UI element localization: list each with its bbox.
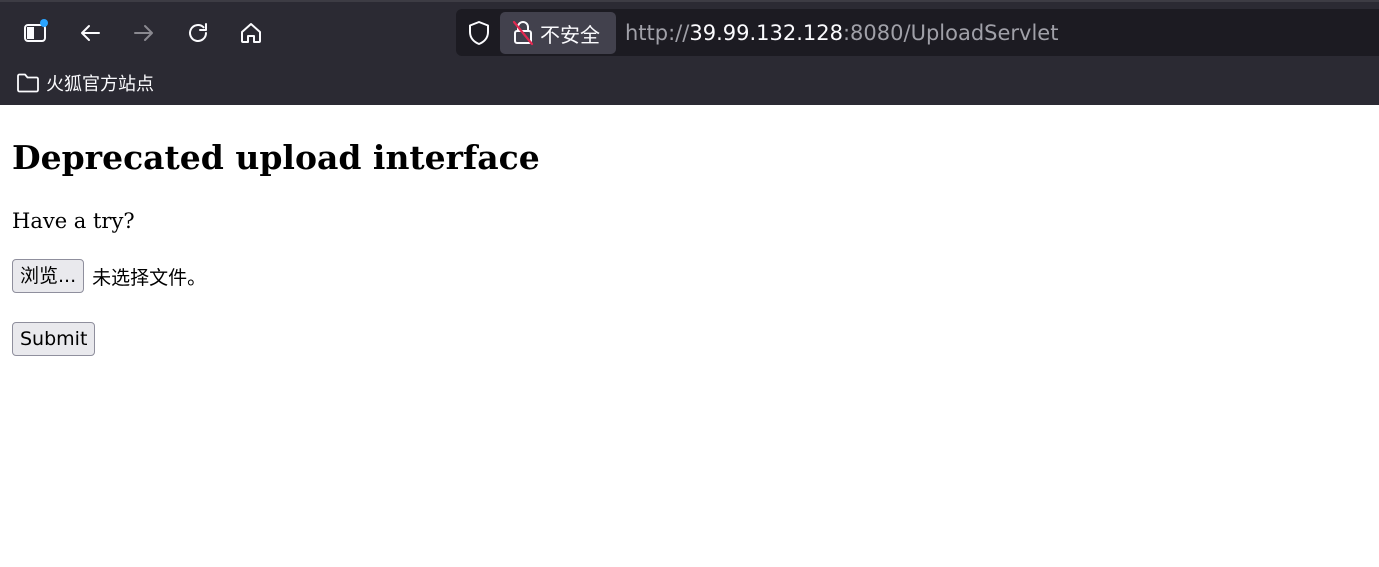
forward-icon — [134, 25, 153, 41]
security-label: 不安全 — [540, 22, 600, 47]
reload-button[interactable] — [181, 16, 215, 50]
bookmark-folder[interactable]: 火狐官方站点 — [16, 68, 154, 98]
navigation-toolbar: 不安全 http://39.99.132.128:8080/UploadServ… — [0, 8, 1379, 56]
address-bar[interactable]: 不安全 http://39.99.132.128:8080/UploadServ… — [456, 9, 1379, 56]
notification-dot — [40, 19, 48, 27]
intro-text: Have a try? — [12, 209, 135, 233]
bookmarks-toolbar: 火狐官方站点 — [0, 64, 1379, 102]
top-edge — [0, 0, 1379, 2]
submit-row: Submit — [12, 322, 96, 356]
browser-chrome: 不安全 http://39.99.132.128:8080/UploadServ… — [0, 0, 1379, 105]
reload-icon — [189, 23, 207, 42]
insecure-lock-icon — [512, 20, 534, 46]
url-scheme: http:// — [625, 21, 690, 45]
folder-icon — [17, 73, 39, 93]
url-text[interactable]: http://39.99.132.128:8080/UploadServlet — [625, 19, 1058, 47]
browse-button[interactable]: 浏览... — [12, 259, 85, 293]
home-button[interactable] — [234, 16, 268, 50]
bookmark-label: 火狐官方站点 — [46, 74, 154, 95]
page-heading: Deprecated upload interface — [12, 138, 540, 177]
url-host: 39.99.132.128 — [689, 21, 843, 45]
submit-button[interactable]: Submit — [12, 322, 96, 356]
tracking-protection-button[interactable] — [462, 16, 496, 50]
back-icon — [81, 25, 100, 41]
url-path: :8080/UploadServlet — [842, 21, 1059, 45]
shield-icon — [469, 21, 489, 45]
home-icon — [241, 23, 261, 43]
file-status: 未选择文件。 — [92, 266, 207, 289]
forward-button[interactable] — [127, 16, 161, 50]
site-security-button[interactable]: 不安全 — [500, 12, 616, 54]
back-button[interactable] — [73, 16, 107, 50]
file-input: 浏览... 未选择文件。 — [12, 259, 206, 293]
sidebar-toggle-button[interactable] — [19, 16, 53, 50]
